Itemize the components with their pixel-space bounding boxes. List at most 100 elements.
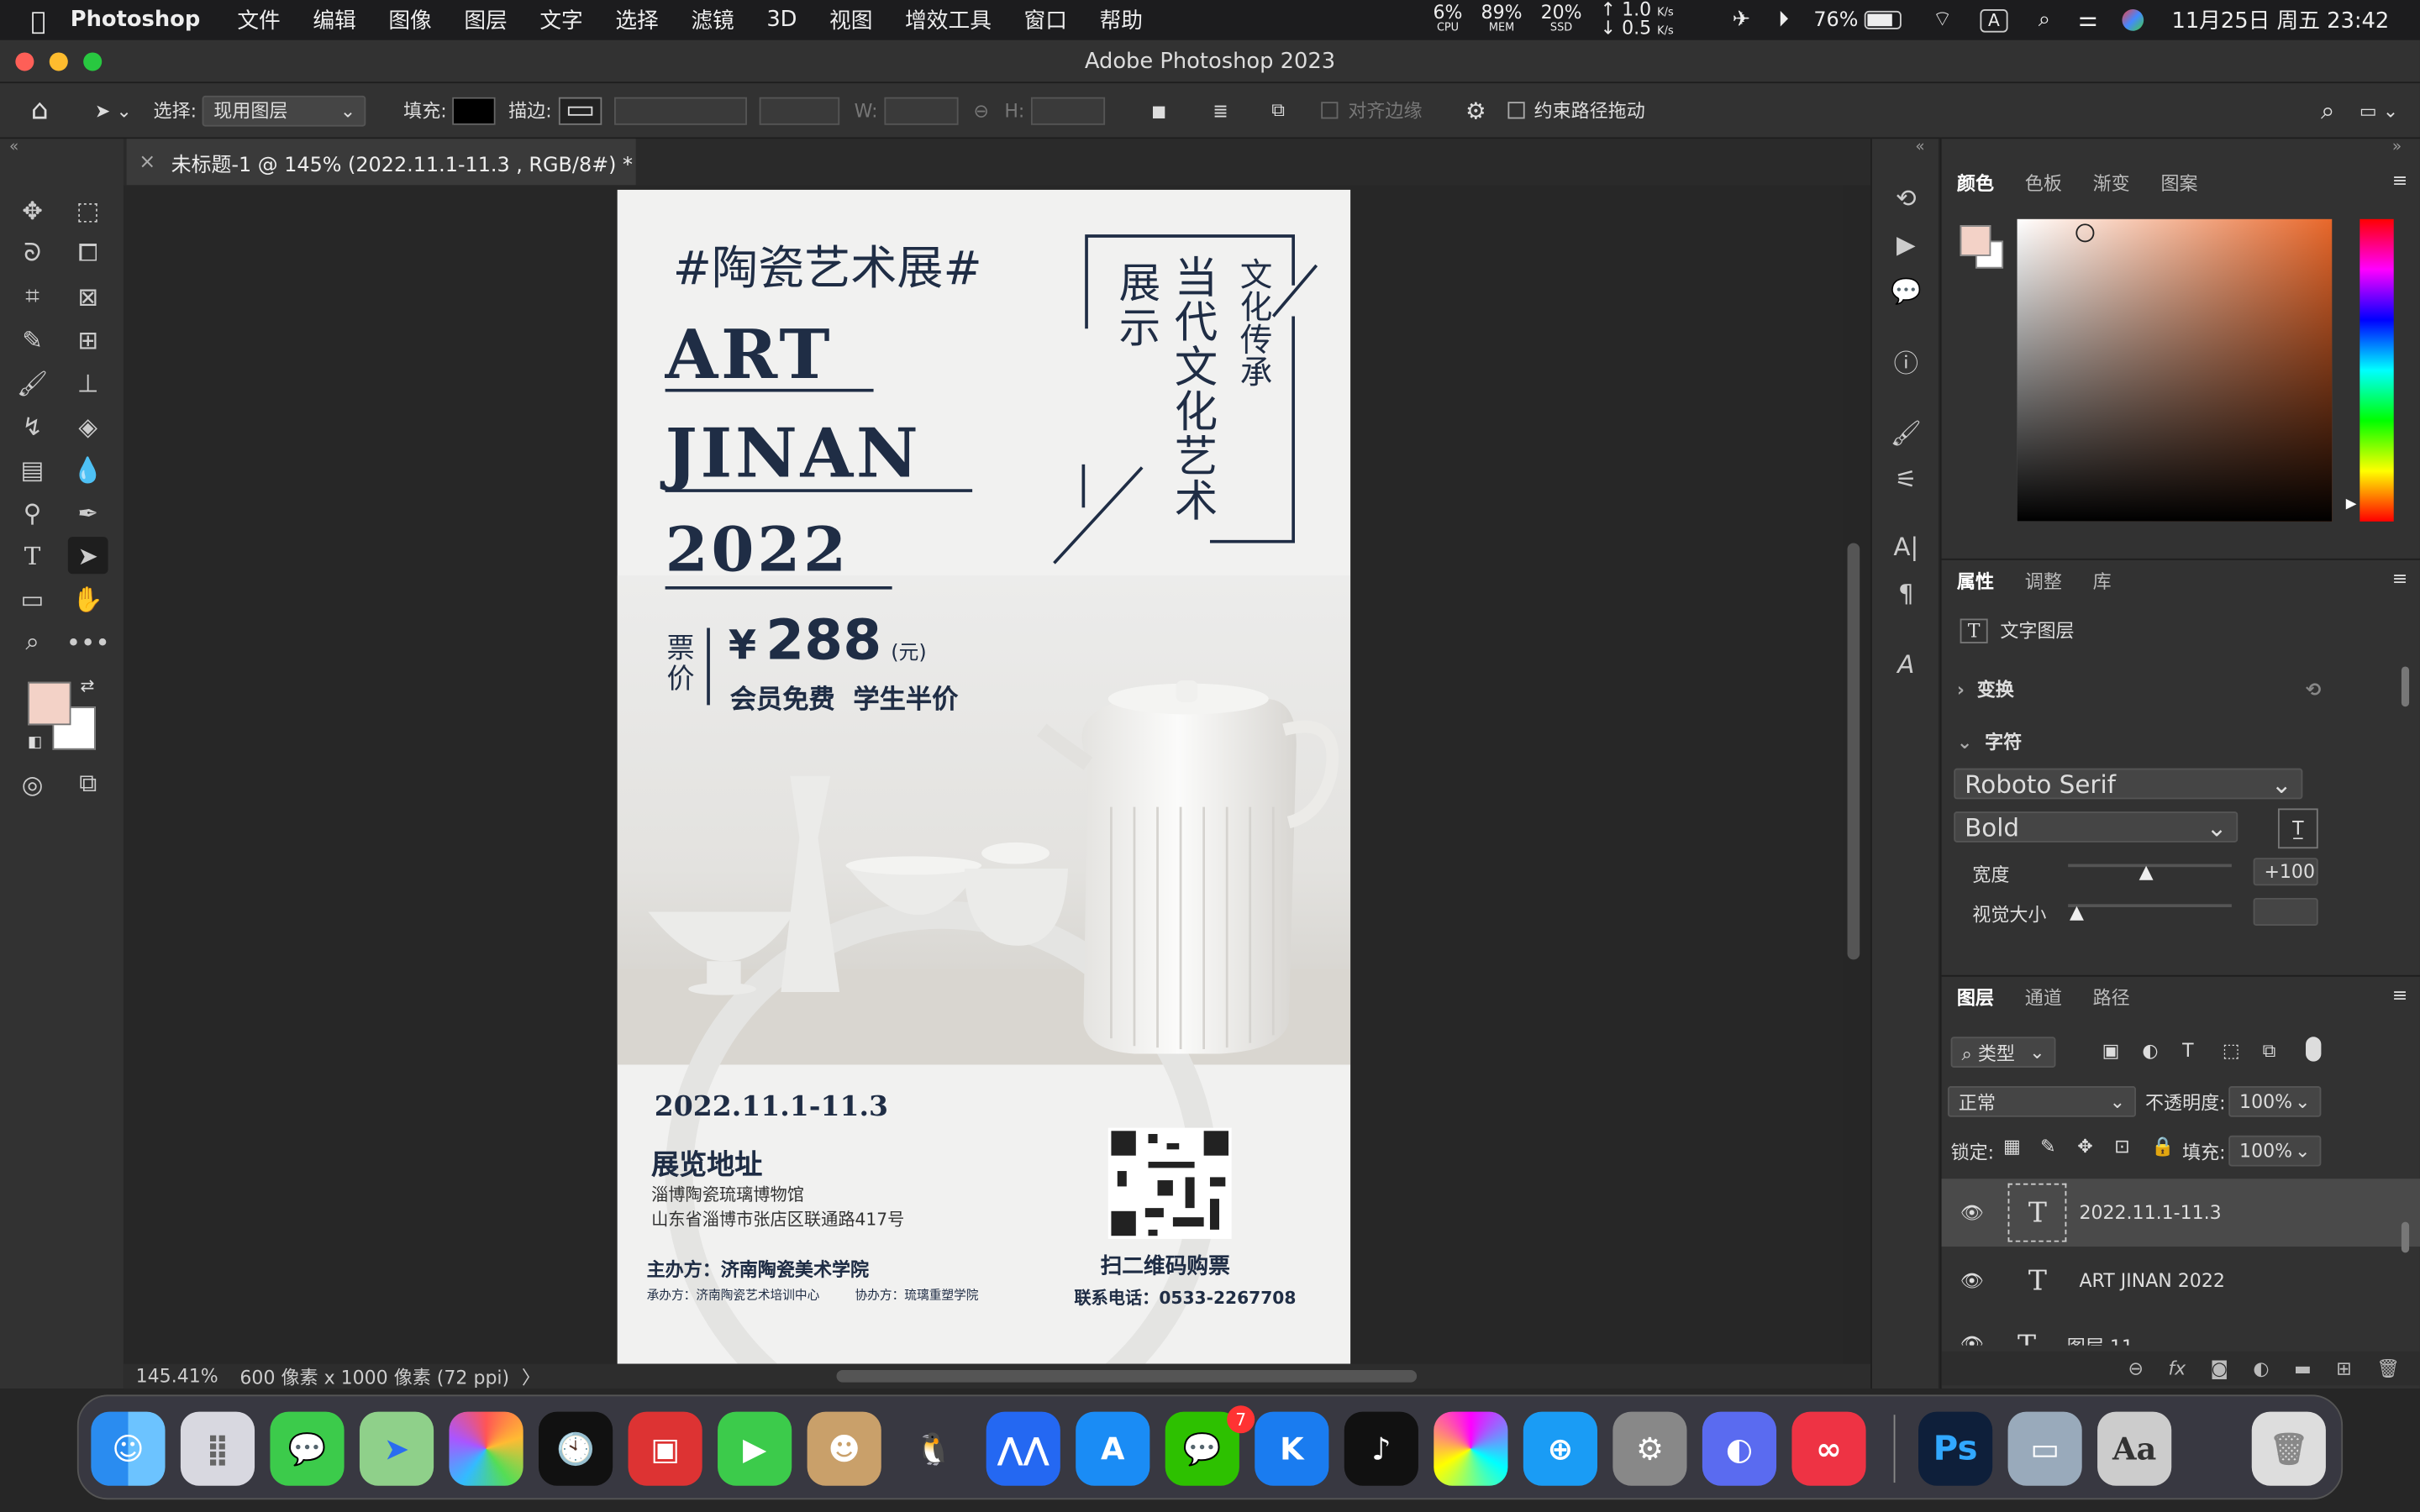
net-stat[interactable]: ↑ 1.0 K/s ↓ 0.5 K/s	[1601, 0, 1674, 39]
width-value-field[interactable]: +100	[2253, 858, 2318, 886]
visibility-eye-icon[interactable]: 👁	[1960, 1333, 1984, 1346]
tab-adjustments[interactable]: 调整	[2025, 568, 2062, 594]
fill-swatch[interactable]	[453, 96, 497, 124]
quick-mask-icon[interactable]: ◎	[13, 765, 53, 802]
layers-menu-icon[interactable]: ≡	[2392, 984, 2407, 1006]
properties-scrollbar[interactable]	[2401, 666, 2410, 707]
default-colors-icon[interactable]: ◧	[28, 734, 42, 751]
menu-image[interactable]: 图像	[388, 5, 431, 36]
menu-file[interactable]: 文件	[237, 5, 280, 36]
tab-paths[interactable]: 路径	[2093, 984, 2130, 1011]
apple-icon[interactable]: 	[31, 5, 46, 34]
glyphs-panel-icon[interactable]: A	[1886, 645, 1926, 682]
arc-icon[interactable]: ◐	[1702, 1411, 1777, 1486]
visibility-eye-icon[interactable]: 👁	[1960, 1270, 1984, 1292]
control-center-icon[interactable]: ⚌	[2078, 8, 2097, 32]
lasso-tool-icon[interactable]: ᘐ	[13, 234, 53, 271]
layer-row-11[interactable]: 👁 T 图层 11	[1942, 1315, 2420, 1346]
filter-shape-icon[interactable]: ⬚	[2223, 1040, 2240, 1062]
datetime[interactable]: 11月25日 周五 23:42	[2171, 5, 2389, 36]
direct-select-tool-icon[interactable]: ➤	[67, 537, 108, 575]
search-icon[interactable]: ⌕	[2321, 95, 2334, 126]
marquee-tool-icon[interactable]: ⬚	[68, 192, 108, 228]
tab-layers[interactable]: 图层	[1957, 984, 1994, 1011]
layer-row-dates[interactable]: 👁 T 2022.11.1-11.3	[1941, 1179, 2420, 1247]
home-icon[interactable]: ⌂	[31, 94, 49, 127]
menu-type[interactable]: 文字	[539, 5, 582, 36]
close-tab-icon[interactable]: ×	[139, 150, 155, 174]
creative-cloud-icon[interactable]: ∞	[1791, 1411, 1866, 1486]
comments-panel-icon[interactable]: 💬	[1886, 271, 1926, 308]
color-picker-field[interactable]	[2017, 218, 2333, 522]
collapse-icon[interactable]: «	[9, 139, 18, 155]
hue-slider-handle[interactable]: ▶	[2346, 496, 2357, 512]
menu-view[interactable]: 视图	[829, 5, 872, 36]
width-slider-handle[interactable]: ▲	[2139, 861, 2154, 883]
font-weight-dropdown[interactable]: Bold ⌄	[1954, 811, 2238, 843]
lock-artboard-icon[interactable]: ⊡	[2114, 1136, 2129, 1158]
lock-position-icon[interactable]: ✥	[2077, 1136, 2092, 1158]
preview-icon[interactable]: ▭	[2007, 1411, 2082, 1486]
layer-fx-icon[interactable]: fx	[2168, 1357, 2186, 1379]
type-tool-icon[interactable]: T	[13, 537, 53, 574]
character-panel-icon[interactable]: A|	[1886, 528, 1926, 564]
optical-slider-track[interactable]	[2068, 904, 2232, 907]
delete-layer-icon[interactable]: 🗑	[2376, 1357, 2400, 1379]
actions-panel-icon[interactable]: ▶	[1886, 225, 1926, 262]
link-icon[interactable]: ⊖	[973, 99, 988, 121]
menu-edit[interactable]: 编辑	[313, 5, 355, 36]
brush-settings-icon[interactable]: 🖌	[1886, 413, 1926, 450]
launchpad-icon[interactable]: ⣿	[180, 1411, 255, 1486]
link-layers-icon[interactable]: ⊖	[2128, 1357, 2143, 1379]
maps-icon[interactable]: ➤	[359, 1411, 434, 1486]
stamp-tool-icon[interactable]: ⊥	[68, 364, 108, 401]
lock-transparency-icon[interactable]: ▦	[2003, 1136, 2021, 1158]
menu-3d[interactable]: 3D	[766, 8, 797, 32]
status-menu-arrow[interactable]: 〉	[522, 1363, 540, 1389]
input-method-icon[interactable]: A	[1980, 8, 2008, 32]
filter-pixel-icon[interactable]: ▣	[2102, 1040, 2120, 1062]
zoom-level[interactable]: 145.41%	[136, 1365, 218, 1387]
new-group-icon[interactable]: ▬	[2294, 1357, 2312, 1379]
blur-tool-icon[interactable]: 💧	[68, 450, 108, 487]
layer-row-art-jinan[interactable]: 👁 T ART JINAN 2022	[1942, 1247, 2420, 1315]
stroke-swatch[interactable]	[557, 96, 602, 124]
screen-mode-icon[interactable]: ⧉	[68, 765, 108, 802]
menu-plugins[interactable]: 增效工具	[905, 5, 992, 36]
eyedropper-tool-icon[interactable]: ✎	[13, 321, 53, 358]
poster-canvas[interactable]: #陶瓷艺术展# ART JINAN 2022 展示 当代文化艺术 文化传承 票价…	[617, 189, 1351, 1364]
tab-color[interactable]: 颜色	[1957, 169, 1994, 195]
pen-tool-icon[interactable]: ✒	[68, 494, 108, 531]
finder-icon[interactable]: ☺	[91, 1411, 166, 1486]
tab-properties[interactable]: 属性	[1957, 568, 1994, 594]
swap-colors-icon[interactable]: ⇄	[81, 675, 95, 696]
align-edges-checkbox[interactable]	[1322, 102, 1339, 119]
lock-pixels-icon[interactable]: ✎	[2040, 1136, 2055, 1158]
photo-booth-icon[interactable]: ▣	[628, 1411, 702, 1486]
path-arrangement-icon[interactable]: ⧉	[1271, 99, 1285, 123]
path-operations-icon[interactable]: ◼	[1151, 99, 1166, 121]
properties-menu-icon[interactable]: ≡	[2392, 568, 2407, 590]
color-picker-handle[interactable]	[2075, 223, 2095, 243]
patch-tool-icon[interactable]: ⊞	[68, 321, 108, 358]
stroke-width-field[interactable]	[613, 96, 747, 124]
character-section[interactable]: ⌄ 字符	[1957, 728, 2022, 754]
new-layer-icon[interactable]: ⊞	[2336, 1357, 2351, 1379]
battery-icon[interactable]	[1864, 10, 1902, 29]
tab-libraries[interactable]: 库	[2093, 568, 2112, 594]
settings-gear-icon[interactable]: ⚙	[1465, 97, 1486, 124]
optical-value-field[interactable]	[2253, 897, 2318, 927]
rectangle-tool-icon[interactable]: ▭	[13, 580, 53, 617]
lock-all-icon[interactable]: 🔒	[2151, 1136, 2174, 1158]
foreground-color-swatch[interactable]	[28, 681, 71, 726]
move-tool-icon[interactable]: ✥	[13, 192, 53, 228]
collapse-panels-icon[interactable]: »	[2392, 139, 2402, 155]
safari-icon[interactable]: ⊕	[1523, 1411, 1597, 1486]
color-panel-menu-icon[interactable]: ≡	[2392, 170, 2407, 192]
visibility-eye-icon[interactable]: 👁	[1960, 1202, 1984, 1224]
menu-help[interactable]: 帮助	[1099, 5, 1142, 36]
constrain-path-checkbox[interactable]	[1507, 102, 1525, 119]
collapse-right-icon[interactable]: «	[1915, 139, 1924, 155]
trash-icon[interactable]: 🗑	[2251, 1411, 2326, 1486]
opacity-field[interactable]: 100% ⌄	[2228, 1086, 2322, 1117]
